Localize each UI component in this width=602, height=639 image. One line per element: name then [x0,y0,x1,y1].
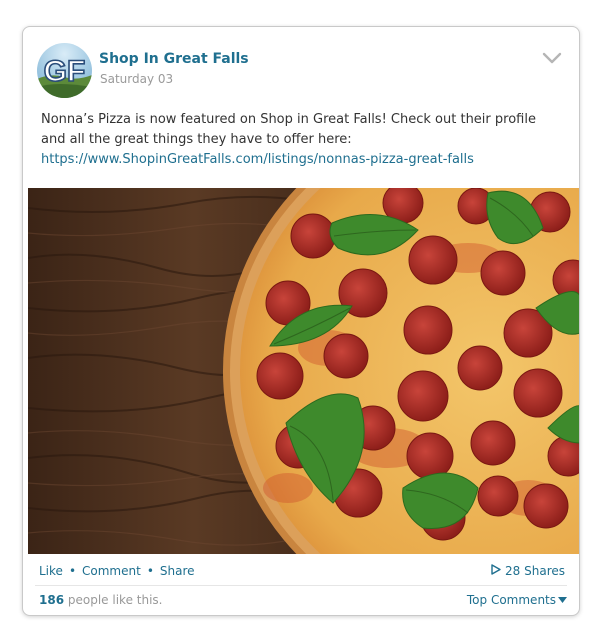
top-comments-label: Top Comments [466,593,556,607]
post-link[interactable]: https://www.ShopinGreatFalls.com/listing… [41,152,474,167]
separator: • [146,564,154,578]
top-comments-dropdown[interactable]: Top Comments [467,593,567,607]
share-play-icon [491,564,501,578]
like-button[interactable]: Like [39,564,63,578]
post-actions: Like • Comment • Share [39,564,195,578]
divider [35,585,567,586]
caret-down-icon [558,593,567,607]
shares-label: 28 Shares [505,564,565,578]
chevron-down-icon[interactable] [541,50,563,66]
likes-count: 186 [39,593,65,607]
shares-count[interactable]: 28 Shares [491,564,565,578]
post-photo[interactable] [28,188,579,554]
post-text: Nonna’s Pizza is now featured on Shop in… [41,110,561,170]
separator: • [68,564,77,578]
avatar-initials: GF [44,55,86,88]
likes-text: people like this. [67,593,163,607]
post-card: GF Shop In Great Falls Saturday 03 Nonna… [22,26,580,616]
comment-button[interactable]: Comment [82,564,141,578]
post-body: Nonna’s Pizza is now featured on Shop in… [41,112,536,147]
post-date[interactable]: Saturday 03 [100,72,173,86]
page-avatar[interactable]: GF [37,43,92,98]
share-button[interactable]: Share [160,564,195,578]
likes-summary[interactable]: 186 people like this. [39,593,162,607]
page-name[interactable]: Shop In Great Falls [99,51,249,67]
